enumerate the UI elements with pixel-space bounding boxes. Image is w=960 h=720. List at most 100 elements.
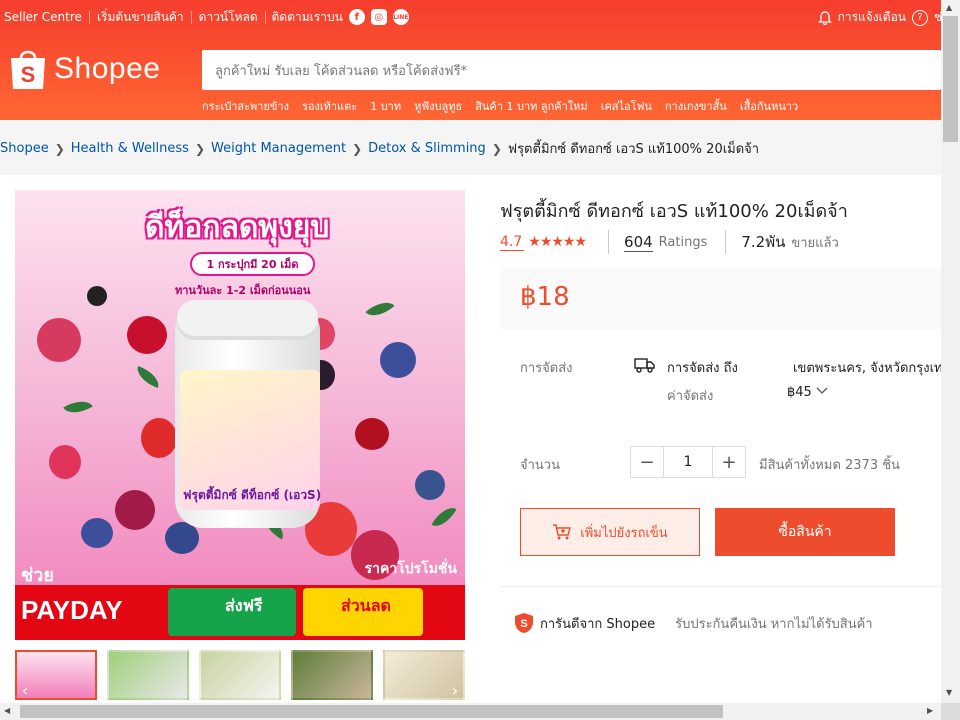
- chevron-right-icon: ❯: [352, 141, 363, 156]
- thumbnail[interactable]: [291, 650, 373, 700]
- suggestion-link[interactable]: รองเท้าแตะ: [302, 97, 357, 115]
- cart-icon: [553, 524, 572, 540]
- image-discount: ส่วนลด: [341, 596, 391, 615]
- jar-lid: [177, 300, 318, 340]
- sold-count: 7.2พัน: [741, 233, 786, 251]
- guarantee-desc: รับประกันคืนเงิน หากไม่ได้รับสินค้า: [675, 616, 873, 632]
- help-icon[interactable]: ?: [911, 9, 928, 26]
- breadcrumb-item[interactable]: Weight Management: [211, 141, 346, 156]
- shipping-label: การจัดส่ง: [520, 361, 573, 376]
- leaf-icon: [365, 295, 395, 323]
- ratings-label: Ratings: [658, 234, 708, 250]
- shipping-fee-value: ฿45: [787, 385, 812, 400]
- bell-icon[interactable]: [817, 10, 832, 25]
- suggestion-link[interactable]: กระเป๋าสะพายข้าง: [202, 97, 289, 115]
- search-placeholder: ลูกค้าใหม่ รับเลย โค้ดส่วนลด หรือโค้ดส่ง…: [215, 63, 468, 79]
- divider: [500, 586, 941, 587]
- logo-text: Shopee: [54, 52, 161, 85]
- blackberry-icon: [87, 286, 107, 306]
- thumbnail[interactable]: [107, 650, 189, 700]
- suggestion-link[interactable]: หูฟังบลูทูธ: [414, 97, 462, 115]
- breadcrumb-item[interactable]: Health & Wellness: [71, 141, 189, 156]
- start-selling-link[interactable]: เริ่มต้นขายสินค้า: [90, 10, 192, 24]
- image-payday: PAYDAY: [21, 595, 123, 625]
- breadcrumb-item[interactable]: Shopee: [0, 141, 49, 156]
- horizontal-scrollbar-thumb[interactable]: [20, 705, 723, 718]
- follow-label: ติดตามเราบน: [271, 9, 343, 24]
- blueberry-icon: [415, 470, 445, 500]
- chevron-right-icon[interactable]: ›: [445, 680, 465, 700]
- rating-value[interactable]: 4.7: [500, 234, 525, 251]
- top-nav: Seller Centre เริ่มต้นขายสินค้า ดาวน์โหล…: [4, 8, 415, 26]
- scroll-down-icon[interactable]: ▼: [946, 688, 952, 697]
- price: ฿18: [520, 282, 570, 312]
- search-input[interactable]: ลูกค้าใหม่ รับเลย โค้ดส่วนลด หรือโค้ดส่ง…: [202, 50, 941, 90]
- shopee-logo[interactable]: S Shopee: [8, 46, 160, 92]
- suggestion-link[interactable]: กางเกงขาสั้น: [665, 97, 727, 115]
- shipping-to-label: การจัดส่ง ถึง: [667, 361, 738, 376]
- shopee-guarantee[interactable]: S การันตีจาก Shopee รับประกันคืนเงิน หาก…: [514, 612, 873, 634]
- add-to-cart-button[interactable]: เพิ่มไปยังรถเข็น: [520, 508, 700, 556]
- download-link[interactable]: ดาวน์โหลด: [192, 10, 266, 24]
- buy-now-button[interactable]: ซื้อสินค้า: [715, 508, 895, 556]
- svg-text:S: S: [21, 62, 36, 87]
- truck-icon: [634, 358, 655, 373]
- breadcrumb-item[interactable]: Detox & Slimming: [368, 141, 486, 156]
- chevron-right-icon: ❯: [491, 141, 502, 156]
- jar-label-text: ฟรุตตี้มิกซ์ ดีท็อกซ์ (เอวS): [183, 488, 322, 502]
- image-promo: ราคาโปรโมชั่น: [364, 561, 457, 577]
- suggestion-link[interactable]: เสื้อกันหนาว: [740, 97, 798, 115]
- image-pill: 1 กระปุกมี 20 เม็ด: [190, 252, 315, 276]
- suggestion-link[interactable]: สินค้า 1 บาท ลูกค้าใหม่: [475, 97, 587, 115]
- raspberry-icon: [115, 490, 155, 530]
- divider: [725, 230, 727, 254]
- quantity-input[interactable]: 1: [663, 447, 713, 477]
- cherry-icon: [127, 316, 167, 354]
- quantity-label: จำนวน: [520, 458, 560, 473]
- leaf-icon: [133, 365, 163, 389]
- seller-centre-link[interactable]: Seller Centre: [4, 10, 90, 24]
- image-headline: ดีท็อกลดพุงยุบ: [145, 210, 330, 245]
- scrollbar-corner: [941, 703, 960, 720]
- facebook-icon[interactable]: f: [348, 9, 365, 25]
- shipping-fee-label: ค่าจัดส่ง: [667, 389, 714, 404]
- product-title: ฟรุตตี้มิกซ์ ดีทอกซ์ เอวS แท้100% 20เม็ด…: [500, 201, 848, 222]
- shipping-location[interactable]: เขตพระนคร, จังหวัดกรุงเท: [793, 357, 943, 378]
- instagram-icon[interactable]: ◎: [370, 9, 387, 25]
- decrease-button[interactable]: −: [631, 447, 663, 477]
- blueberry-icon: [380, 342, 416, 378]
- sold-label: ขายแล้ว: [791, 235, 839, 251]
- blueberry-icon: [81, 518, 113, 548]
- strawberry-icon: [141, 418, 177, 458]
- increase-button[interactable]: +: [713, 447, 745, 477]
- leaf-icon: [431, 502, 457, 532]
- notifications-link[interactable]: การแจ้งเตือน: [838, 8, 906, 27]
- breadcrumb: Shopee ❯ Health & Wellness ❯ Weight Mana…: [0, 138, 759, 159]
- suggestion-link[interactable]: 1 บาท: [370, 97, 401, 115]
- image-dosage: ทานวันละ 1-2 เม็ดก่อนนอน: [175, 284, 311, 297]
- suggestion-link[interactable]: เคสไอโฟน: [601, 97, 652, 115]
- raspberry-icon: [49, 445, 81, 479]
- divider: [608, 230, 610, 254]
- thumbnail-strip: [15, 650, 465, 700]
- thumbnail[interactable]: [199, 650, 281, 700]
- shield-icon: S: [515, 613, 533, 633]
- guarantee-title: การันตีจาก Shopee: [540, 616, 656, 632]
- scroll-right-icon[interactable]: ▶: [927, 706, 933, 715]
- svg-text:S: S: [520, 618, 527, 630]
- star-rating-icon: ★★★★★: [528, 234, 587, 250]
- scroll-up-icon[interactable]: ▲: [946, 3, 952, 12]
- scroll-left-icon[interactable]: ◀: [4, 706, 10, 715]
- product-main-image[interactable]: ดีท็อกลดพุงยุบ 1 กระปุกมี 20 เม็ด ทานวัน…: [15, 190, 465, 640]
- ratings-count[interactable]: 604: [624, 233, 653, 252]
- shipping-fee[interactable]: ฿45: [787, 385, 828, 400]
- vertical-scrollbar-thumb[interactable]: [943, 16, 958, 142]
- top-right-menu: การแจ้งเตือน ? ช่วยเ: [817, 8, 960, 27]
- follow-us: ติดตามเราบน f ◎ LINE: [266, 8, 415, 27]
- line-icon[interactable]: LINE: [392, 9, 409, 25]
- add-to-cart-label: เพิ่มไปยังรถเข็น: [580, 525, 668, 541]
- raspberry-icon: [37, 318, 81, 362]
- chevron-left-icon[interactable]: ‹: [15, 680, 35, 700]
- search-suggestions: กระเป๋าสะพายข้าง รองเท้าแตะ 1 บาท หูฟังบ…: [202, 97, 798, 115]
- image-free-ship: ส่งฟรี: [225, 596, 263, 615]
